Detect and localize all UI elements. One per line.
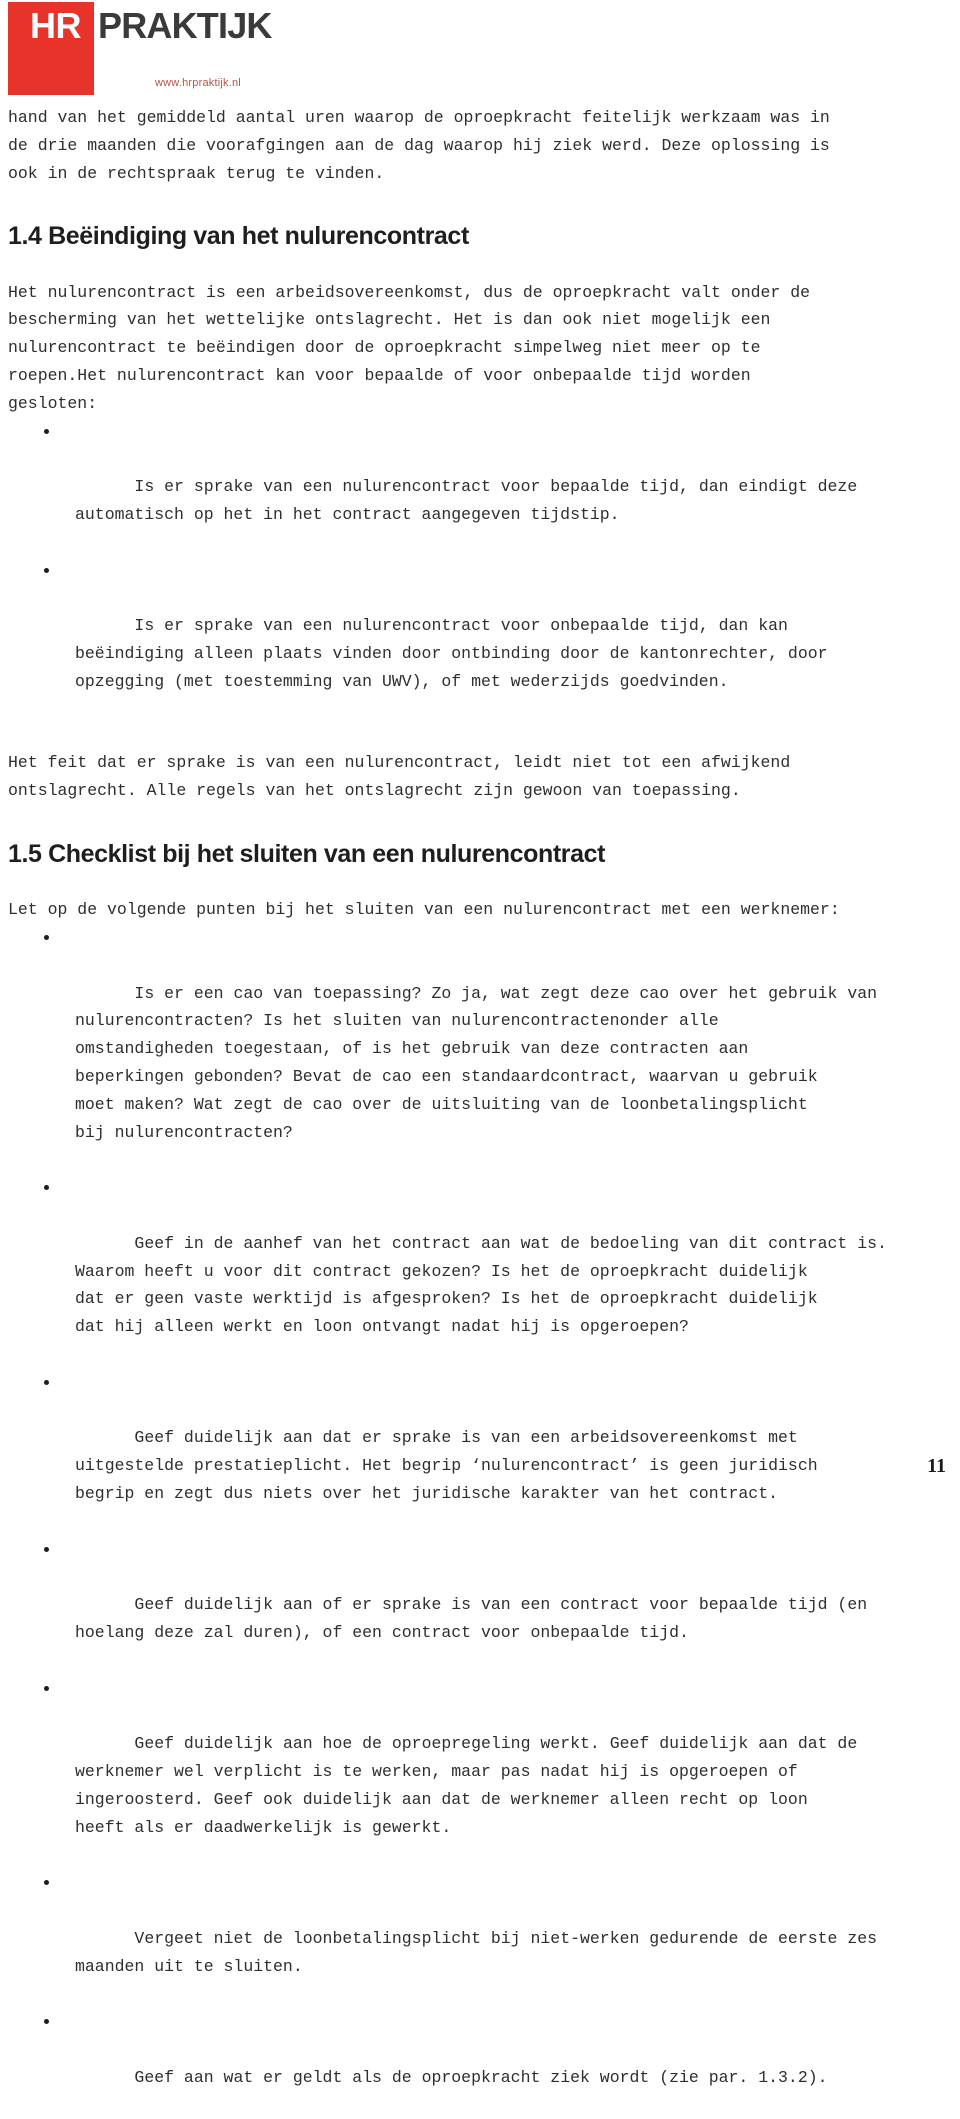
list-item: Is er sprake van een nulurencontract voo… <box>8 418 952 557</box>
bullet-dot-icon <box>44 2019 49 2025</box>
list-item: Geef in de aanhef van het contract aan w… <box>8 1174 952 1369</box>
document-header: HR PRAKTIJK www.hrpraktijk.nl <box>0 0 960 104</box>
bullet-dot-icon <box>44 1685 49 1691</box>
list-item-text: Geef duidelijk aan of er sprake is van e… <box>75 1595 868 1642</box>
list-item: Geef duidelijk aan dat er sprake is van … <box>8 1369 952 1536</box>
list-item: Is er sprake van een nulurencontract voo… <box>8 557 952 724</box>
list-item-text: Is er sprake van een nulurencontract voo… <box>75 477 858 525</box>
list-item: Geef duidelijk aan hoe de oproepregeling… <box>8 1675 952 1870</box>
page-content: hand van het gemiddeld aantal uren waaro… <box>0 104 960 2119</box>
bullet-dot-icon <box>44 1546 49 1552</box>
list-item-text: Geef duidelijk aan dat er sprake is van … <box>75 1428 818 1503</box>
paragraph-1-4-closing: Het feit dat er sprake is van een nulure… <box>8 753 791 801</box>
bullet-list-1-4: Is er sprake van een nulurencontract voo… <box>8 418 952 724</box>
list-item-text: Is er een cao van toepassing? Zo ja, wat… <box>75 983 878 1142</box>
bullet-dot-icon <box>44 935 49 941</box>
bullet-list-1-5: Is er een cao van toepassing? Zo ja, wat… <box>8 924 952 2119</box>
list-item-text: Geef in de aanhef van het contract aan w… <box>75 1233 887 1337</box>
logo-hr-text: HR <box>30 5 82 46</box>
list-item: Geef duidelijk aan of er sprake is van e… <box>8 1536 952 1675</box>
list-item: Is er een cao van toepassing? Zo ja, wat… <box>8 924 952 1174</box>
bullet-dot-icon <box>44 567 49 573</box>
bullet-dot-icon <box>44 1379 49 1385</box>
list-item-text: Geef aan wat er geldt als de oproepkrach… <box>134 2067 828 2087</box>
bullet-dot-icon <box>44 1185 49 1191</box>
list-item: Geef aan wat er geldt als de oproepkrach… <box>8 2008 952 2119</box>
section-heading-1-4: 1.4 Beëindiging van het nulurencontract <box>8 222 469 251</box>
page-number: 11 <box>927 1455 946 1477</box>
paragraph-1-5: Let op de volgende punten bij het sluite… <box>8 900 840 920</box>
brand-logo: HR PRAKTIJK www.hrpraktijk.nl <box>8 2 308 98</box>
logo-website-url: www.hrpraktijk.nl <box>155 77 241 89</box>
section-heading-1-5: 1.5 Checklist bij het sluiten van een nu… <box>8 839 606 868</box>
list-item-text: Geef duidelijk aan hoe de oproepregeling… <box>75 1734 858 1837</box>
bullet-dot-icon <box>44 428 49 434</box>
list-item: Vergeet niet de loonbetalingsplicht bij … <box>8 1869 952 2008</box>
logo-praktijk-text: PRAKTIJK <box>98 5 272 46</box>
paragraph-1-4: Het nulurencontract is een arbeidsoveree… <box>8 282 811 413</box>
list-item-text: Vergeet niet de loonbetalingsplicht bij … <box>75 1928 878 1976</box>
intro-paragraph: hand van het gemiddeld aantal uren waaro… <box>8 108 830 183</box>
list-item-text: Is er sprake van een nulurencontract voo… <box>75 616 828 691</box>
bullet-dot-icon <box>44 1880 49 1886</box>
